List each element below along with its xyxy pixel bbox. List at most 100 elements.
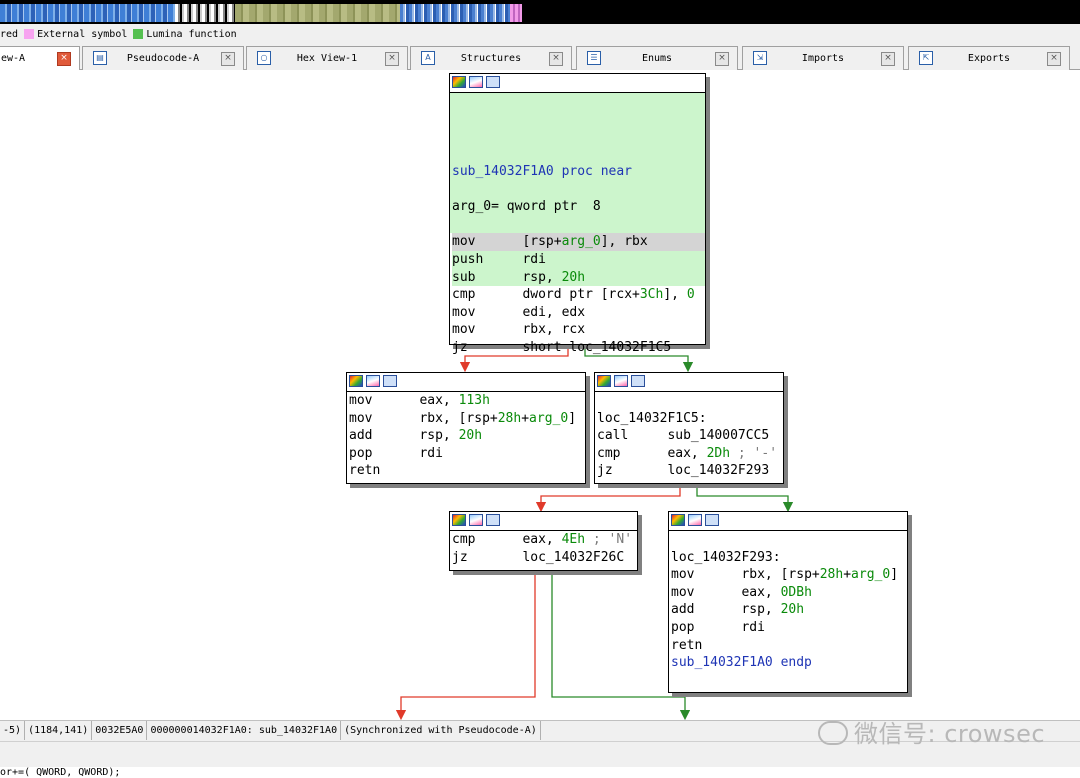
color-icon[interactable] [452,76,466,88]
tab-imports[interactable]: ⇲ Imports × [742,46,904,70]
instruction-line[interactable]: call sub_140007CC5 [597,427,783,445]
instruction-line[interactable]: jz loc_14032F293 [597,462,783,480]
graph-icon[interactable] [486,514,500,526]
tab-structures[interactable]: A Structures × [410,46,572,70]
navigation-band[interactable] [0,0,1080,24]
instruction-list: mov rbx, [rsp+28h+arg_0] mov eax, 0DBh add… [669,566,907,654]
instruction-line[interactable]: pop rdi [349,445,585,463]
tab-ida-view[interactable]: ew-A × [0,46,80,71]
mnemonic: mov [452,234,523,250]
mnemonic: mov [452,322,523,338]
block-label[interactable]: loc_14032F293: [671,550,781,565]
operands: eax, 113h [419,393,490,408]
instruction-line[interactable]: mov eax, 0DBh [671,584,907,602]
instruction-line[interactable]: mov rbx, [rsp+28h+arg_0] [349,410,585,428]
operands: short loc_14032F1C5 [522,339,672,355]
operands: rsp, 20h [522,269,586,285]
mnemonic: add [671,602,742,618]
instruction-line[interactable]: sub rsp, 20h [452,268,705,287]
close-icon[interactable]: × [549,52,563,66]
graph-icon[interactable] [705,514,719,526]
instruction-line[interactable]: jz loc_14032F26C [452,549,637,567]
legend-swatch-lumina [133,29,144,39]
close-icon[interactable]: × [57,52,71,66]
legend-item-label: red [0,28,19,40]
mnemonic: jz [452,549,523,565]
mnemonic: jz [452,339,523,355]
code-block-compare-n[interactable]: cmp eax, 4Eh ; 'N' jz loc_14032F26C [449,511,638,571]
instruction-line[interactable]: pop rdi [671,619,907,637]
sync-status: (Synchronized with Pseudocode-A) [341,721,541,740]
instruction-line[interactable]: push rdi [452,250,705,269]
zoom-level: -5) [0,721,26,740]
operands: rbx, [rsp+28h+arg_0] [741,567,899,583]
graph-coordinates: (1184,141) [25,721,93,740]
color-icon[interactable] [597,375,611,387]
instruction-line[interactable]: cmp eax, 2Dh ; '-' [597,445,783,463]
operands: rdi [741,619,765,635]
instruction-line[interactable]: mov eax, 113h [349,392,585,410]
instruction-line[interactable]: add rsp, 20h [349,427,585,445]
instruction-line[interactable]: add rsp, 20h [671,601,907,619]
mnemonic: cmp [597,445,668,461]
code-block-error-return[interactable]: mov eax, 113h mov rbx, [rsp+28h+arg_0] add… [346,372,586,484]
graph-view[interactable]: sub_14032F1A0 proc near arg_0= qword ptr … [0,70,1080,720]
instruction-line[interactable]: jz short loc_14032F1C5 [452,339,705,357]
arg-declaration[interactable]: arg_0= qword ptr 8 [452,199,601,214]
edit-icon[interactable] [688,514,702,526]
instruction-line[interactable]: mov rbx, [rsp+28h+arg_0] [671,566,907,584]
color-icon[interactable] [671,514,685,526]
operands: rsp, 20h [741,602,805,618]
graph-icon[interactable] [486,76,500,88]
operands: sub_140007CC5 [667,428,770,444]
tab-label: Enums [641,53,673,64]
instruction-line[interactable]: retn [671,637,907,655]
operands: loc_14032F26C [522,549,625,565]
instruction-line[interactable]: mov [rsp+arg_0], rbx [452,233,705,251]
instruction-line[interactable]: cmp eax, 4Eh ; 'N' [452,531,637,549]
edit-icon[interactable] [469,76,483,88]
close-icon[interactable]: × [715,52,729,66]
instruction-line[interactable]: mov edi, edx [452,304,705,322]
close-icon[interactable]: × [1047,52,1061,66]
mnemonic: retn [349,463,420,479]
graph-icon[interactable] [631,375,645,387]
tab-enums[interactable]: ☰ Enums × [576,46,738,70]
proc-end[interactable]: sub_14032F1A0 endp [671,655,812,670]
instruction-line[interactable]: cmp dword ptr [rcx+3Ch], 0 [452,286,705,304]
tab-exports[interactable]: ⇱ Exports × [908,46,1070,70]
legend-swatch-external [24,29,35,39]
color-icon[interactable] [349,375,363,387]
mnemonic: jz [597,463,668,479]
operands: rsp, 20h [419,428,483,444]
code-block-loc-14032F1C5[interactable]: loc_14032F1C5: call sub_140007CC5 cmp eax… [594,372,784,484]
proc-declaration[interactable]: sub_14032F1A0 proc near [452,164,632,179]
instruction-list: call sub_140007CC5 cmp eax, 2Dh ; '-' jz l… [595,427,783,480]
instruction-line[interactable]: mov rbx, rcx [452,321,705,339]
tab-label: Hex View-1 [296,53,358,64]
edit-icon[interactable] [366,375,380,387]
tab-hex-view[interactable]: ○ Hex View-1 × [246,46,408,70]
mnemonic: mov [671,584,742,600]
close-icon[interactable]: × [881,52,895,66]
mnemonic: call [597,428,668,444]
close-icon[interactable]: × [385,52,399,66]
close-icon[interactable]: × [221,52,235,66]
code-block-entry[interactable]: sub_14032F1A0 proc near arg_0= qword ptr … [449,73,706,355]
mnemonic: pop [671,619,742,635]
tab-pseudocode[interactable]: ▤ Pseudocode-A × [82,46,244,70]
color-icon[interactable] [452,514,466,526]
graph-icon[interactable] [383,375,397,387]
block-label[interactable]: loc_14032F1C5: [597,411,707,426]
watermark: 微信号: crowsec [818,714,1045,749]
mnemonic: retn [671,637,742,653]
block-header [450,74,705,93]
operands: eax, 4Eh ; 'N' [522,532,633,547]
operands: edi, edx [522,304,586,320]
operands: dword ptr [rcx+3Ch], 0 [522,287,695,303]
instruction-line[interactable]: retn [349,462,585,480]
code-block-loc-14032F293[interactable]: loc_14032F293: mov rbx, [rsp+28h+arg_0] m… [668,511,908,693]
edit-icon[interactable] [614,375,628,387]
legend-item-label: External symbol [37,28,128,40]
edit-icon[interactable] [469,514,483,526]
